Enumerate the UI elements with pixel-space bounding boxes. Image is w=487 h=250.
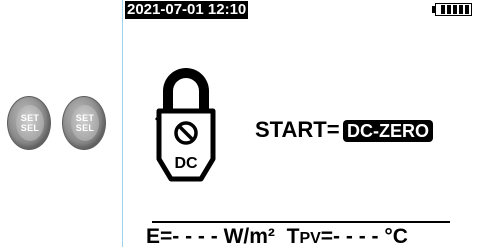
divider — [152, 221, 450, 223]
set-sel-button-1-line1: SET — [20, 113, 40, 123]
irradiance-unit: W/m² — [223, 225, 275, 248]
temperature-eq: = — [320, 225, 334, 248]
set-sel-button-1[interactable]: SET SEL — [7, 96, 51, 150]
set-sel-button-2[interactable]: SET SEL — [62, 96, 106, 150]
datetime-display: 2021-07-01 12:10 — [125, 1, 249, 19]
set-sel-button-1-face: SET SEL — [16, 105, 44, 141]
device-screen: 2021-07-01 12:10 DC START= DC-ZERO E=- -… — [122, 0, 487, 250]
irradiance-value: - - - - — [172, 225, 218, 248]
battery-bar — [459, 5, 463, 14]
set-sel-button-2-face: SET SEL — [71, 105, 99, 141]
temperature-label: T — [286, 225, 300, 248]
measurement-readout: E=- - - - W/m² TPV=- - - - °C — [146, 226, 408, 250]
battery-bar — [465, 5, 469, 14]
set-sel-button-2-line2: SEL — [75, 123, 95, 133]
start-label: START= — [255, 117, 340, 142]
battery-bar — [453, 5, 457, 14]
set-sel-button-2-line1: SET — [75, 113, 95, 123]
battery-bar — [441, 5, 445, 14]
clamp-meter-icon: DC — [155, 68, 216, 182]
temperature-value: - - - - — [333, 225, 379, 248]
temperature-label-sub: PV — [299, 230, 321, 247]
battery-full-icon — [432, 3, 474, 16]
start-mode-value: DC-ZERO — [343, 120, 433, 142]
set-sel-button-1-line2: SEL — [20, 123, 40, 133]
battery-body — [435, 3, 472, 16]
temperature-unit: °C — [384, 225, 408, 248]
battery-bar — [447, 5, 451, 14]
clamp-meter-label: DC — [174, 155, 198, 172]
irradiance-label: E= — [146, 225, 173, 248]
